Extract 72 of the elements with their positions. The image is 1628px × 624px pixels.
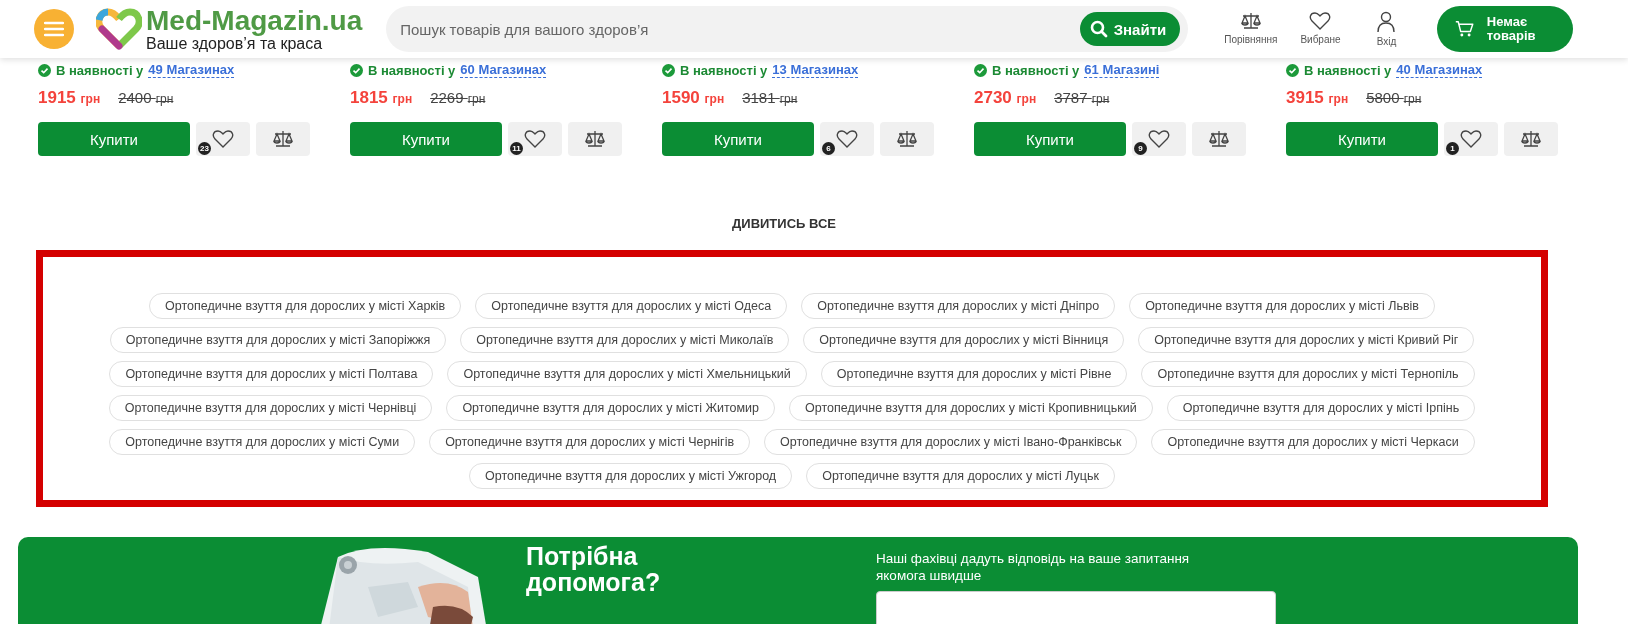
favorites-count-badge: 6 <box>822 142 835 155</box>
heart-icon <box>836 129 858 149</box>
question-input-field[interactable] <box>876 590 1276 624</box>
buy-button[interactable]: Купити <box>38 122 190 156</box>
price: 1815 грн <box>350 88 413 108</box>
buy-button[interactable]: Купити <box>1286 122 1438 156</box>
compare-button[interactable] <box>568 122 622 156</box>
availability-text: В наявності у <box>1304 62 1392 78</box>
heart-icon <box>1148 129 1170 149</box>
stores-link[interactable]: 49 Магазинах <box>148 62 235 78</box>
login-link[interactable]: Вхід <box>1363 11 1410 47</box>
scales-icon <box>1239 11 1262 31</box>
compare-button[interactable] <box>256 122 310 156</box>
favorite-button[interactable]: 6 <box>820 122 874 156</box>
old-price: 5800 грн <box>1366 89 1422 106</box>
compare-button[interactable] <box>880 122 934 156</box>
view-all-link[interactable]: ДИВИТИСЬ ВСЕ <box>732 216 836 231</box>
heart-icon <box>1460 129 1482 149</box>
favorite-button[interactable]: 23 <box>196 122 250 156</box>
favorite-button[interactable]: 11 <box>508 122 562 156</box>
search-icon <box>1089 20 1108 38</box>
check-icon <box>974 63 987 77</box>
compare-link[interactable]: Порівняння <box>1224 11 1278 47</box>
compare-button[interactable] <box>1504 122 1558 156</box>
check-icon <box>662 63 675 77</box>
scales-icon <box>1208 129 1230 149</box>
stores-link[interactable]: 60 Магазинах <box>460 62 547 78</box>
old-price: 2269 грн <box>430 89 486 106</box>
stores-link[interactable]: 13 Магазинах <box>772 62 859 78</box>
scales-icon <box>272 129 294 149</box>
check-icon <box>1286 63 1299 77</box>
favorites-link[interactable]: Вибране <box>1297 11 1344 47</box>
favorites-count-badge: 23 <box>198 142 211 155</box>
user-icon <box>1375 11 1398 33</box>
stores-link[interactable]: 40 Магазинах <box>1396 62 1483 78</box>
heart-logo-icon <box>96 8 142 50</box>
menu-icon <box>44 21 64 37</box>
help-title: Потрібна допомога? <box>526 543 662 596</box>
old-price: 3787 грн <box>1054 89 1110 106</box>
favorites-count-badge: 1 <box>1446 142 1459 155</box>
search-button[interactable]: Знайти <box>1079 12 1181 46</box>
help-text: Наші фахівці дадуть відповідь на ваше запитання якомога швидше <box>876 551 1191 585</box>
price: 1590 грн <box>662 88 725 108</box>
price: 3915 грн <box>1286 88 1349 108</box>
scales-icon <box>896 129 918 149</box>
heart-icon <box>524 129 546 149</box>
availability-text: В наявності у <box>680 62 768 78</box>
favorite-button[interactable]: 9 <box>1132 122 1186 156</box>
favorites-count-badge: 11 <box>510 142 523 155</box>
buy-button[interactable]: Купити <box>974 122 1126 156</box>
availability-text: В наявності у <box>368 62 456 78</box>
heart-icon <box>1309 11 1332 31</box>
scales-icon <box>1520 129 1542 149</box>
old-price: 3181 грн <box>742 89 798 106</box>
price: 1915 грн <box>38 88 101 108</box>
stores-link[interactable]: 61 Магазині <box>1084 62 1160 78</box>
compare-button[interactable] <box>1192 122 1246 156</box>
search-field[interactable]: Пошук товарів для вашого здоров’я Знайти <box>386 6 1189 52</box>
price: 2730 грн <box>974 88 1037 108</box>
buy-button[interactable]: Купити <box>350 122 502 156</box>
check-icon <box>38 63 51 77</box>
availability-text: В наявності у <box>56 62 144 78</box>
buy-button[interactable]: Купити <box>662 122 814 156</box>
old-price: 2400 грн <box>118 89 174 106</box>
availability-text: В наявності у <box>992 62 1080 78</box>
heart-icon <box>212 129 234 149</box>
scales-icon <box>584 129 606 149</box>
check-icon <box>350 63 363 77</box>
favorite-button[interactable]: 1 <box>1444 122 1498 156</box>
cart-button[interactable]: Немає товарів <box>1437 6 1574 52</box>
logo-tagline: Ваше здоров’я та краса <box>146 35 323 52</box>
favorites-count-badge: 9 <box>1134 142 1147 155</box>
